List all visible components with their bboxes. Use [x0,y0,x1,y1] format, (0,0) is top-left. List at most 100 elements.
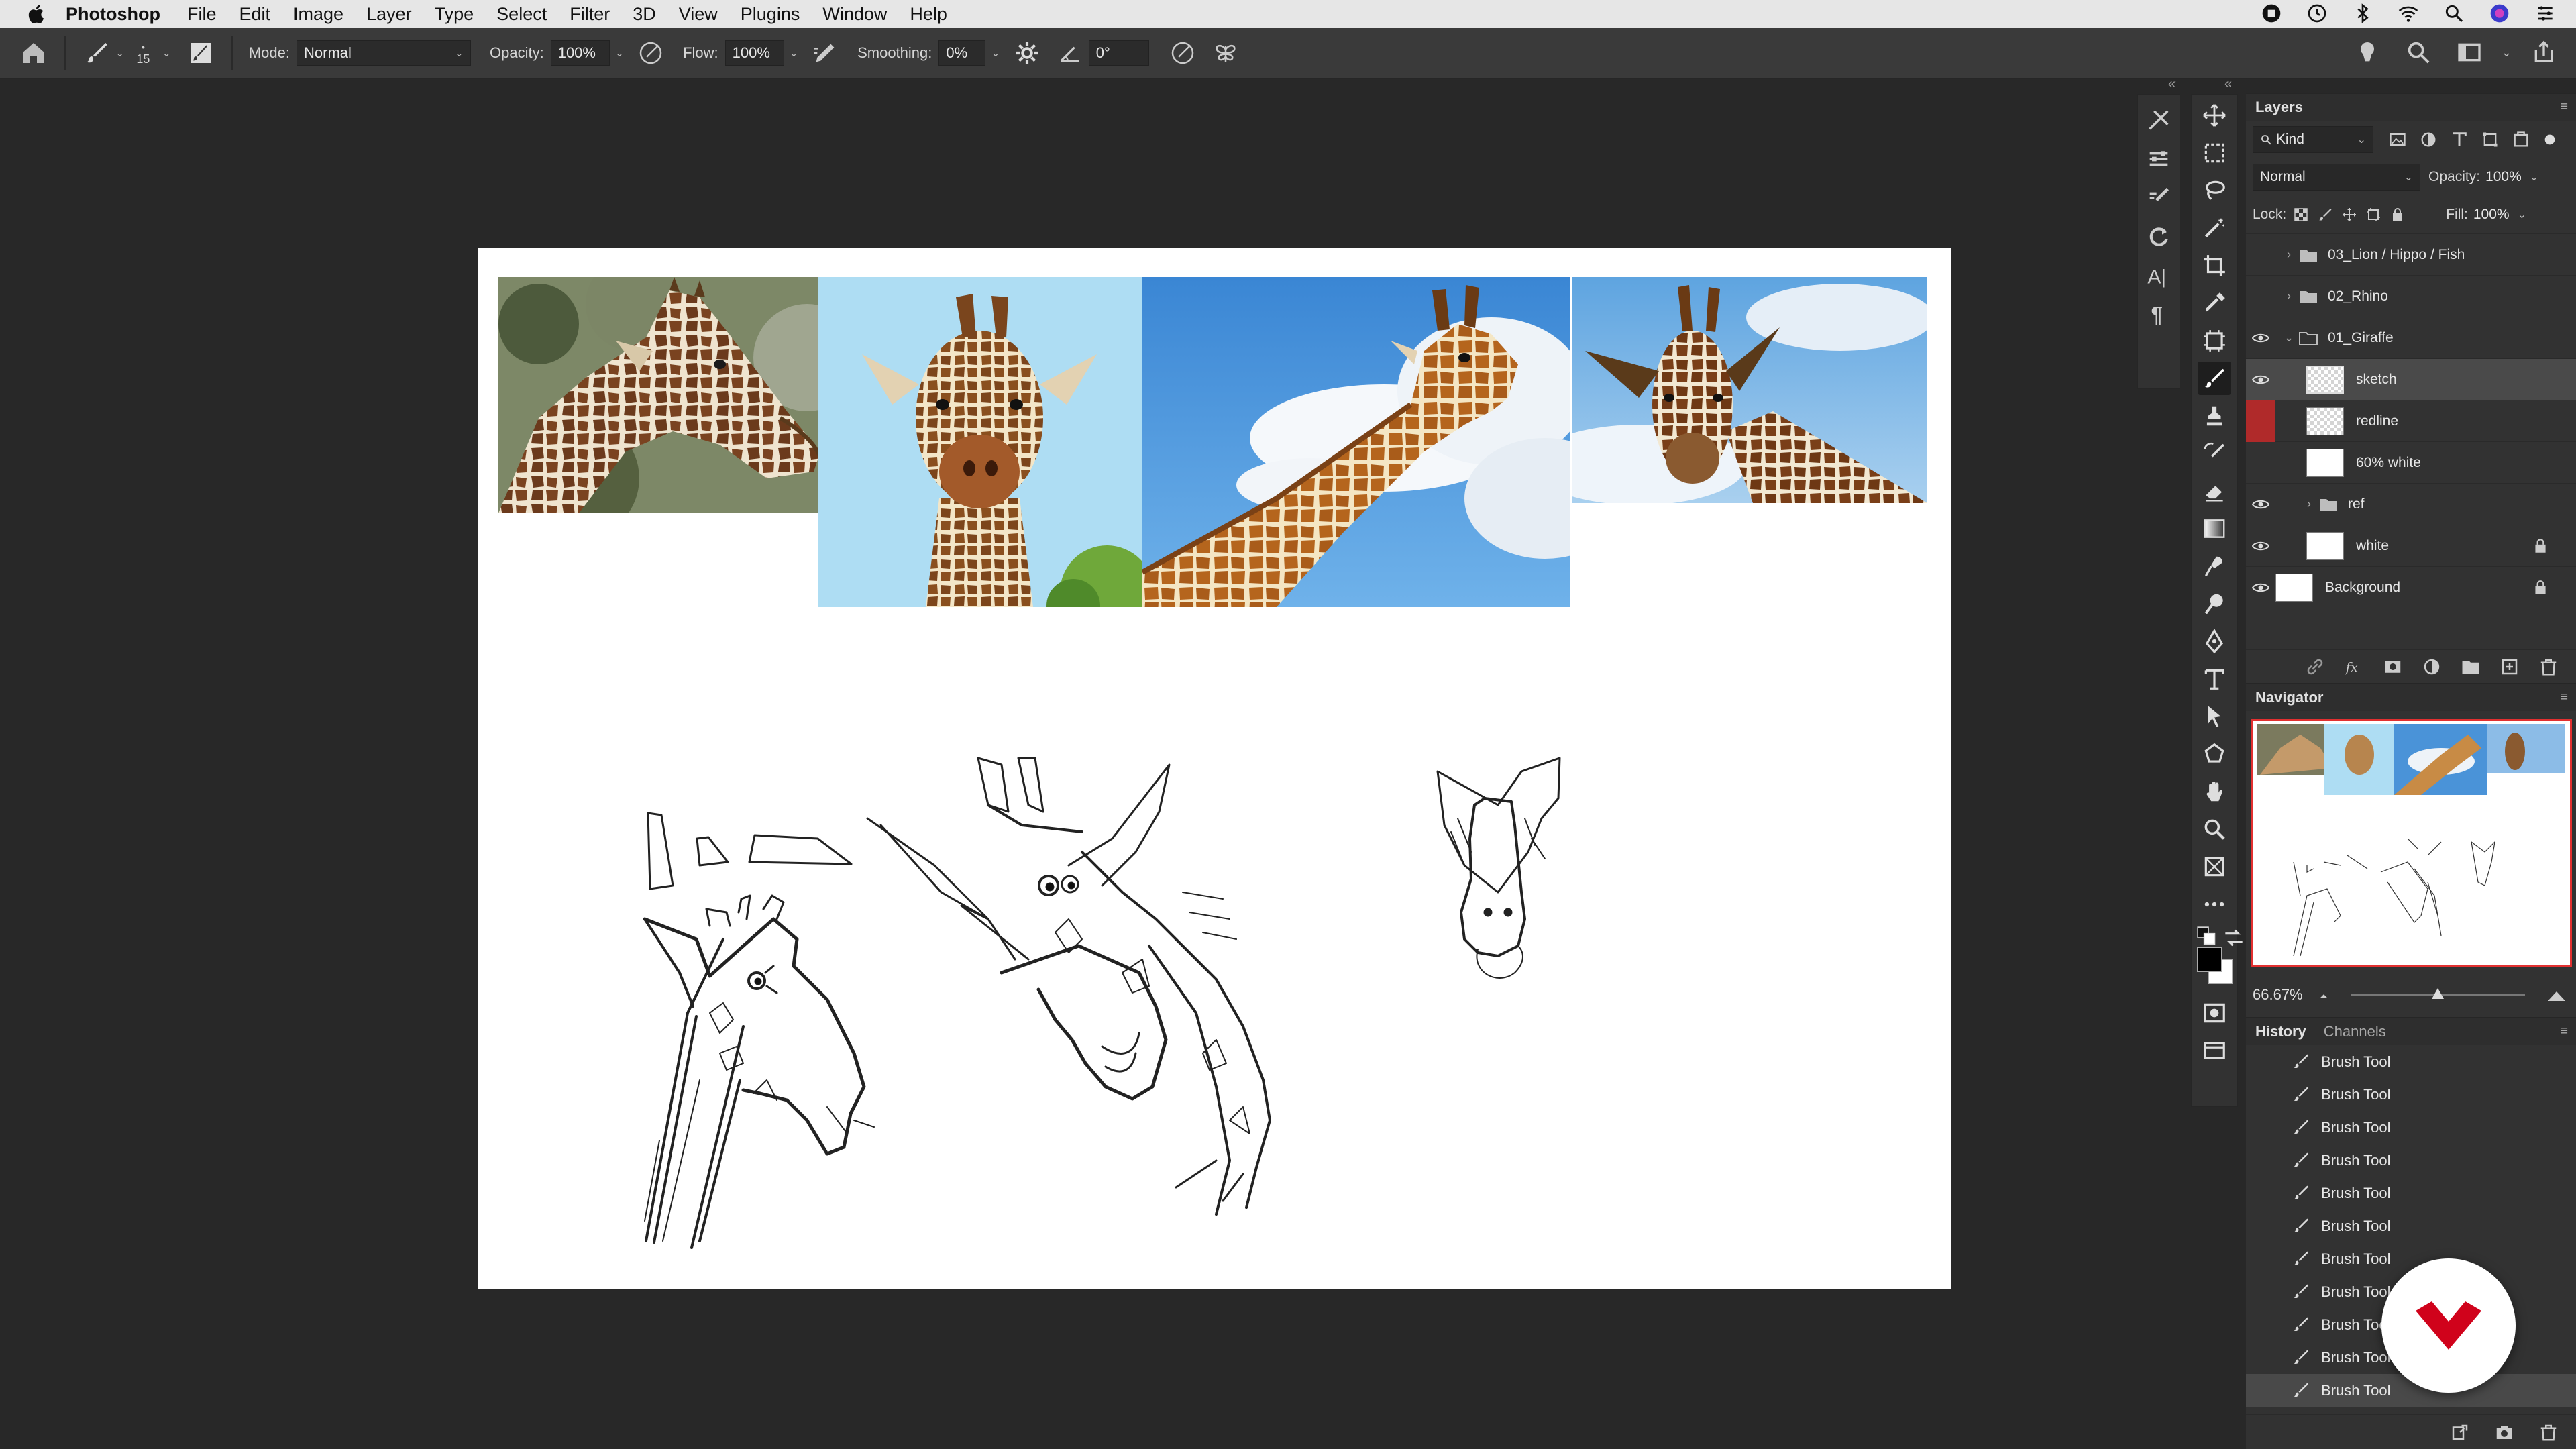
menu-app-name[interactable]: Photoshop [66,4,160,25]
eyedropper-tool[interactable] [2198,286,2231,320]
menu-help[interactable]: Help [910,4,947,25]
lock-transparent-icon[interactable] [2293,207,2309,223]
layer-60-white[interactable]: 60% white [2246,442,2576,484]
airbrush-icon[interactable] [812,40,839,66]
adjustments-icon[interactable] [2145,146,2172,172]
menu-plugins[interactable]: Plugins [741,4,800,25]
visibility-toggle[interactable] [2246,567,2275,608]
filter-shape-icon[interactable] [2481,130,2500,149]
history-item[interactable]: Brush Tool [2246,1210,2576,1242]
screen-mode-tool[interactable] [2198,1034,2231,1067]
layer-sketch[interactable]: sketch [2246,359,2576,400]
history-item[interactable]: Brush Tool [2246,1177,2576,1210]
layer-group-01-giraffe[interactable]: ⌄ 01_Giraffe [2246,317,2576,359]
menu-select[interactable]: Select [496,4,547,25]
search-icon[interactable] [2443,3,2465,24]
dodge-tool[interactable] [2198,587,2231,621]
canvas-area[interactable] [0,80,2180,1449]
move-tool[interactable] [2198,99,2231,132]
tab-layers[interactable]: Layers [2255,99,2303,116]
marquee-tool[interactable] [2198,136,2231,170]
menu-image[interactable]: Image [293,4,343,25]
collapse-panel-arrows[interactable]: « [2224,76,2232,92]
visibility-toggle[interactable] [2246,525,2275,567]
layer-filter-select[interactable]: Kind ⌄ [2253,126,2373,153]
layer-group-03-lion-hippo-fish[interactable]: › 03_Lion / Hippo / Fish [2246,234,2576,276]
lock-pixels-icon[interactable] [2317,207,2333,223]
pressure-opacity-icon[interactable] [637,40,664,66]
document-canvas[interactable] [478,248,1951,1289]
collapse-panel-arrows[interactable]: « [2168,76,2176,92]
flow-field[interactable]: 100% [724,40,784,66]
artboard-tool[interactable] [2198,850,2231,883]
tab-channels[interactable]: Channels [2324,1023,2386,1040]
chevron-right-icon[interactable]: › [2282,289,2296,303]
bluetooth-icon[interactable] [2352,3,2373,24]
layer-redline[interactable]: redline [2246,400,2576,442]
chevron-down-icon[interactable]: ⌄ [115,46,124,60]
history-item[interactable]: Brush Tool [2246,1111,2576,1144]
panel-menu-icon[interactable]: ≡ [2560,690,2568,705]
eraser-tool[interactable] [2198,474,2231,508]
chevron-down-icon[interactable]: ⌄ [2502,46,2512,60]
type-tool[interactable] [2198,662,2231,696]
chevron-down-icon[interactable]: ⌄ [2282,331,2296,345]
zoom-in-icon[interactable] [2545,986,2568,1004]
lock-all-icon[interactable] [2390,207,2406,223]
more-tools[interactable] [2198,888,2231,921]
frame-tool[interactable] [2198,324,2231,358]
filter-adjustment-icon[interactable] [2419,130,2438,149]
menu-type[interactable]: Type [435,4,474,25]
foreground-color-swatch[interactable] [2197,947,2222,972]
menu-window[interactable]: Window [822,4,887,25]
new-group-icon[interactable] [2461,657,2481,677]
pressure-size-icon[interactable] [1169,40,1196,66]
brush-preset-icon[interactable] [83,40,110,66]
workspace-icon[interactable] [2456,39,2483,66]
color-swatches[interactable] [2192,925,2243,992]
brush-settings-icon[interactable] [2145,107,2172,133]
layer-group-02-rhino[interactable]: › 02_Rhino [2246,276,2576,317]
visibility-toggle[interactable] [2246,359,2275,400]
siri-icon[interactable] [2489,3,2510,24]
visibility-toggle[interactable] [2246,276,2275,317]
layer-white[interactable]: white [2246,525,2576,567]
camera-snapshot-icon[interactable] [2494,1422,2514,1442]
menu-view[interactable]: View [679,4,718,25]
apple-icon[interactable] [25,3,48,25]
control-center-icon[interactable] [2534,3,2556,24]
chevron-down-icon[interactable]: ⌄ [790,46,798,60]
lock-artboard-icon[interactable] [2365,207,2381,223]
search-icon[interactable] [2405,39,2432,66]
filter-pixel-icon[interactable] [2388,130,2407,149]
quick-mask-tool[interactable] [2198,996,2231,1030]
visibility-toggle[interactable] [2246,442,2275,484]
link-layers-icon[interactable] [2305,657,2325,677]
paragraph-icon[interactable]: ¶ [2145,301,2172,328]
history-item[interactable]: Brush Tool [2246,1144,2576,1177]
shape-tool[interactable] [2198,737,2231,771]
opacity-field[interactable]: 100% [550,40,610,66]
brush-settings-icon[interactable] [187,40,214,66]
wifi-icon[interactable] [2398,3,2419,24]
menu-layer[interactable]: Layer [366,4,412,25]
brush-tool[interactable] [2198,362,2231,395]
filter-smart-object-icon[interactable] [2512,130,2530,149]
history-item[interactable]: Brush Tool [2246,1045,2576,1078]
mode-select[interactable]: Normal ⌄ [297,40,471,66]
gear-icon[interactable] [1014,40,1040,66]
home-icon[interactable] [20,40,47,66]
layer-group-ref[interactable]: › ref [2246,484,2576,525]
rotate-icon[interactable] [2145,223,2172,250]
time-machine-icon[interactable] [2306,3,2328,24]
trash-icon[interactable] [2538,1422,2559,1442]
menu-file[interactable]: File [187,4,217,25]
hand-tool[interactable] [2198,775,2231,808]
zoom-slider-knob[interactable] [2432,988,2445,999]
angle-field[interactable]: 0° [1088,40,1149,66]
visibility-toggle[interactable] [2246,400,2275,442]
blend-mode-select[interactable]: Normal ⌄ [2253,164,2420,191]
zoom-out-icon[interactable] [2316,987,2331,1002]
fx-icon[interactable]: fx [2344,657,2364,677]
symmetry-butterfly-icon[interactable] [1212,40,1239,66]
